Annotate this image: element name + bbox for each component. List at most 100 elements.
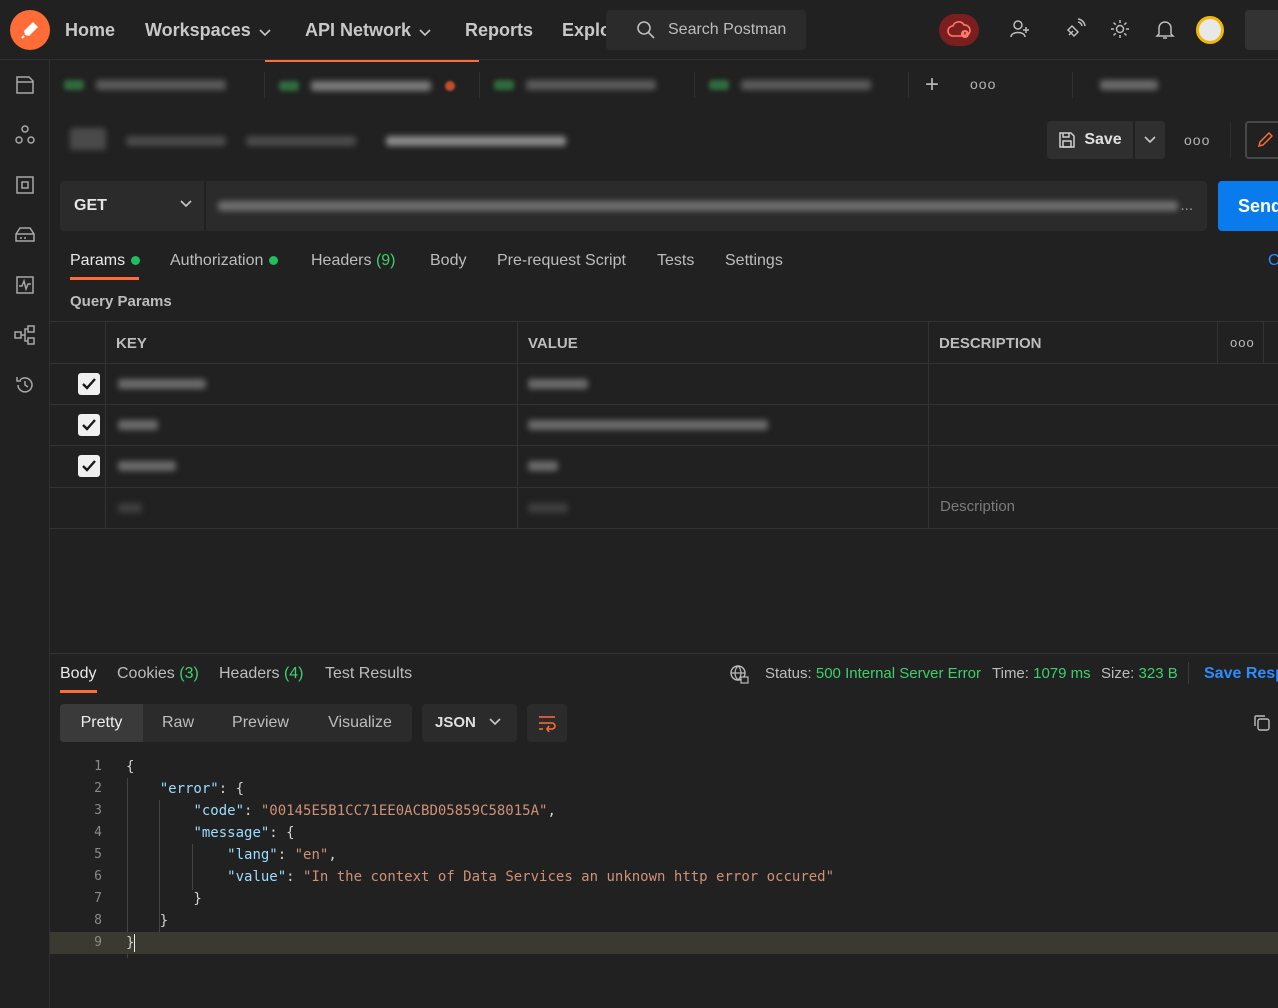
nav-reports[interactable]: Reports [465,20,533,41]
code-line[interactable]: 2 "error": { [50,778,1278,800]
upgrade-button[interactable] [1245,10,1278,50]
code-line[interactable]: 5 "lang": "en", [50,844,1278,866]
mock-servers-icon[interactable] [14,224,36,246]
save-response-button[interactable]: Save Resp [1204,665,1278,683]
response-tab-headers[interactable]: Headers (4) [219,665,304,683]
wrap-lines-button[interactable] [527,704,567,742]
breadcrumb-request-name[interactable] [386,136,566,146]
param-value-placeholder[interactable] [528,503,568,513]
send-button[interactable]: Send [1218,181,1278,231]
nav-home[interactable]: Home [65,20,115,41]
history-icon[interactable] [14,374,36,396]
breadcrumb-collection[interactable] [126,136,226,146]
code-line[interactable]: 9} [50,932,1278,954]
param-checkbox[interactable] [78,414,100,436]
cookies-link[interactable]: C [1268,252,1278,270]
edit-button[interactable] [1245,121,1278,159]
code-line[interactable]: 8 } [50,910,1278,932]
sync-status-button[interactable] [939,14,979,46]
apis-icon[interactable] [14,124,36,146]
code-line[interactable]: 3 "code": "00145E5B1CC71EE0ACBD05859C580… [50,800,1278,822]
tab-headers[interactable]: Headers (9) [311,252,396,270]
table-border [105,321,106,529]
monitors-icon[interactable] [14,274,36,296]
tab-settings[interactable]: Settings [725,252,783,270]
save-button[interactable]: Save [1047,121,1133,159]
flows-icon[interactable] [14,324,36,346]
tab-prerequest-script[interactable]: Pre-request Script [497,252,626,270]
response-tab-cookies[interactable]: Cookies (3) [117,665,199,683]
param-key[interactable] [118,461,176,471]
tab-options-button[interactable]: ooo [970,76,996,92]
environments-icon[interactable] [14,174,36,196]
json-punctuation: : [277,847,295,863]
response-size[interactable]: Size: 323 B [1101,665,1178,682]
nav-api-network[interactable]: API Network [305,20,431,42]
postman-logo[interactable] [10,10,50,50]
code-line[interactable]: 1{ [50,756,1278,778]
code-line[interactable]: 7 } [50,888,1278,910]
avatar[interactable] [1196,16,1224,44]
code-line[interactable]: 4 "message": { [50,822,1278,844]
view-preview[interactable]: Preview [213,704,308,742]
url-ellipsis: ... [1180,197,1193,214]
table-options-button[interactable]: ooo [1230,335,1255,350]
code-line[interactable]: 6 "value": "In the context of Data Servi… [50,866,1278,888]
request-tab[interactable] [50,60,264,110]
column-key: KEY [116,335,147,352]
request-options-button[interactable]: ooo [1184,132,1210,148]
pencil-icon [1257,131,1274,148]
nav-explore[interactable]: Explo [562,20,611,41]
search-input[interactable]: Search Postman [606,10,806,50]
notifications-button[interactable] [1152,16,1178,42]
request-tab[interactable] [695,60,909,110]
tab-params[interactable]: Params [70,252,141,270]
response-tab-body[interactable]: Body [60,665,96,683]
param-key[interactable] [118,420,158,430]
format-select[interactable]: JSON [422,704,517,742]
response-divider[interactable] [50,653,1278,654]
response-tab-test-results[interactable]: Test Results [325,665,412,683]
param-description-placeholder[interactable]: Description [940,498,1015,515]
view-raw[interactable]: Raw [143,704,213,742]
tab-body[interactable]: Body [430,252,466,270]
nav-workspaces[interactable]: Workspaces [145,20,271,42]
capture-requests-button[interactable] [1062,16,1088,42]
param-value[interactable] [528,420,768,430]
param-value[interactable] [528,379,588,389]
method-select[interactable]: GET [60,181,204,231]
response-status[interactable]: Status: 500 Internal Server Error [765,665,981,682]
url-input[interactable]: ... [206,181,1207,231]
param-checkbox[interactable] [78,373,100,395]
response-time[interactable]: Time: 1079 ms [992,665,1091,682]
globe-lock-icon[interactable] [729,664,749,684]
code-text: } [126,888,201,910]
tab-authorization[interactable]: Authorization [170,252,279,270]
param-key[interactable] [118,379,206,389]
chevron-down-icon [259,21,271,42]
view-pretty[interactable]: Pretty [60,704,143,742]
request-tab-active[interactable] [265,60,479,110]
status-divider [1188,662,1189,684]
request-tab[interactable] [480,60,694,110]
environment-selector[interactable] [1100,80,1158,90]
tab-tests[interactable]: Tests [657,252,694,270]
code-text: "value": "In the context of Data Service… [126,866,834,888]
table-border [1217,321,1218,363]
param-key-placeholder[interactable] [118,503,142,513]
query-params-table: KEY VALUE DESCRIPTION ooo Description [50,321,1278,529]
response-tab-headers-label: Headers [219,665,280,682]
collections-icon[interactable] [14,74,36,96]
param-value[interactable] [528,461,558,471]
new-tab-button[interactable]: + [925,73,939,97]
param-checkbox[interactable] [78,455,100,477]
settings-button[interactable] [1107,16,1133,42]
save-options-button[interactable] [1135,121,1165,159]
invite-user-button[interactable] [1007,16,1033,42]
view-visualize[interactable]: Visualize [308,704,412,742]
json-punctuation [126,825,193,841]
copy-icon[interactable] [1252,713,1272,733]
nav-api-network-label: API Network [305,20,412,40]
tab-headers-label: Headers [311,252,372,269]
breadcrumb-folder[interactable] [246,136,356,146]
